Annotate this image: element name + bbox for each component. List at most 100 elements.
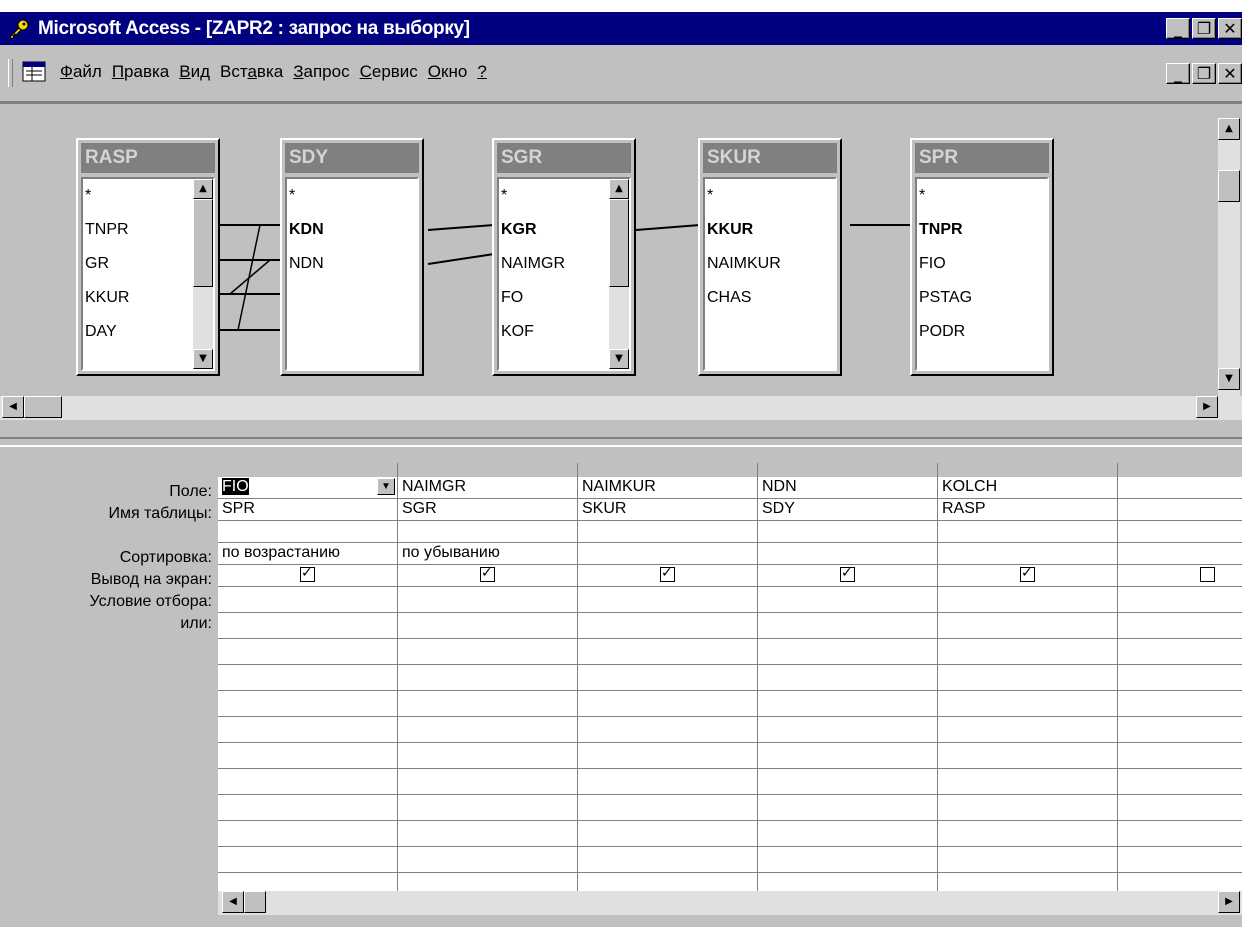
extra-criteria-cell[interactable] <box>218 665 398 691</box>
sort-cell[interactable]: по возрастанию <box>218 543 398 565</box>
extra-criteria-cell[interactable] <box>398 717 578 743</box>
show-checkbox[interactable] <box>480 565 495 582</box>
or-cell[interactable] <box>938 613 1118 639</box>
grid-hscroll[interactable]: ◀ ▶ <box>218 891 1242 915</box>
menu-item-5[interactable]: Сервис <box>360 62 418 81</box>
extra-criteria-cell[interactable] <box>1118 691 1242 717</box>
table-cell[interactable]: SGR <box>398 499 578 521</box>
table-cell[interactable]: SDY <box>758 499 938 521</box>
show-checkbox[interactable] <box>1200 567 1215 582</box>
close-button[interactable]: ✕ <box>1218 18 1242 39</box>
table-cell[interactable]: SKUR <box>578 499 758 521</box>
extra-criteria-cell[interactable] <box>938 795 1118 821</box>
field-cell[interactable]: NDN <box>758 477 938 499</box>
field-item[interactable]: CHAS <box>705 281 835 315</box>
extra-criteria-cell[interactable] <box>578 847 758 873</box>
field-list-title[interactable]: SKUR <box>703 143 837 173</box>
table-cell[interactable] <box>1118 499 1242 521</box>
extra-criteria-cell[interactable] <box>578 795 758 821</box>
extra-criteria-cell[interactable] <box>218 639 398 665</box>
field-item[interactable]: * <box>287 179 417 213</box>
title-bar[interactable]: Microsoft Access - [ZAPR2 : запрос на вы… <box>0 12 1242 45</box>
extra-criteria-cell[interactable] <box>758 665 938 691</box>
field-cell[interactable]: NAIMKUR <box>578 477 758 499</box>
field-item[interactable]: * <box>705 179 835 213</box>
extra-criteria-cell[interactable] <box>758 847 938 873</box>
field-list-title[interactable]: RASP <box>81 143 215 173</box>
field-list-sgr[interactable]: SGR * KGR NAIMGR FO KOF ▲ ▼ <box>492 138 636 376</box>
column-selector[interactable] <box>218 463 398 477</box>
extra-criteria-cell[interactable] <box>218 743 398 769</box>
doc-restore-button[interactable]: ❐ <box>1192 63 1216 84</box>
field-list-title[interactable]: SGR <box>497 143 631 173</box>
scroll-thumb[interactable] <box>1218 170 1240 202</box>
scroll-down-icon[interactable]: ▼ <box>193 349 213 369</box>
extra-criteria-cell[interactable] <box>1118 821 1242 847</box>
doc-close-button[interactable]: ✕ <box>1218 63 1242 84</box>
extra-criteria-cell[interactable] <box>218 821 398 847</box>
scroll-thumb[interactable] <box>609 199 629 287</box>
menu-item-6[interactable]: Окно <box>428 62 468 81</box>
scroll-up-icon[interactable]: ▲ <box>1218 118 1240 140</box>
criteria-cell[interactable] <box>218 587 398 613</box>
field-list-title[interactable]: SPR <box>915 143 1049 173</box>
column-selector[interactable] <box>938 463 1118 477</box>
or-cell[interactable] <box>578 613 758 639</box>
extra-criteria-cell[interactable] <box>218 847 398 873</box>
extra-criteria-cell[interactable] <box>758 717 938 743</box>
sort-cell[interactable] <box>578 543 758 565</box>
extra-criteria-cell[interactable] <box>218 769 398 795</box>
menu-item-7[interactable]: ? <box>477 62 486 81</box>
extra-criteria-cell[interactable] <box>398 769 578 795</box>
extra-criteria-cell[interactable] <box>758 743 938 769</box>
field-cell[interactable]: KOLCH <box>938 477 1118 499</box>
show-checkbox[interactable] <box>660 565 675 582</box>
scroll-up-icon[interactable]: ▲ <box>609 179 629 199</box>
dropdown-arrow-icon[interactable]: ▼ <box>377 478 395 495</box>
extra-criteria-cell[interactable] <box>218 717 398 743</box>
or-cell[interactable] <box>1118 613 1242 639</box>
extra-criteria-cell[interactable] <box>758 639 938 665</box>
extra-criteria-cell[interactable] <box>218 795 398 821</box>
extra-criteria-cell[interactable] <box>1118 639 1242 665</box>
extra-criteria-cell[interactable] <box>218 691 398 717</box>
field-list-rasp[interactable]: RASP * TNPR GR KKUR DAY ▲ ▼ <box>76 138 220 376</box>
criteria-cell[interactable] <box>578 587 758 613</box>
field-list-sdy[interactable]: SDY * KDN NDN <box>280 138 424 376</box>
show-checkbox[interactable] <box>300 565 315 582</box>
extra-criteria-cell[interactable] <box>938 821 1118 847</box>
column-selector[interactable] <box>758 463 938 477</box>
extra-criteria-cell[interactable] <box>398 691 578 717</box>
table-cell[interactable]: SPR <box>218 499 398 521</box>
show-checkbox[interactable] <box>840 565 855 582</box>
extra-criteria-cell[interactable] <box>218 873 398 893</box>
menu-item-4[interactable]: Запрос <box>293 62 349 81</box>
extra-criteria-cell[interactable] <box>578 665 758 691</box>
field-list-spr[interactable]: SPR * TNPR FIO PSTAG PODR <box>910 138 1054 376</box>
sort-cell[interactable] <box>758 543 938 565</box>
criteria-cell[interactable] <box>938 587 1118 613</box>
table-pane-vscroll[interactable]: ▲ ▼ <box>1218 118 1240 410</box>
extra-criteria-cell[interactable] <box>578 639 758 665</box>
field-item[interactable]: FIO <box>917 247 1047 281</box>
extra-criteria-cell[interactable] <box>1118 743 1242 769</box>
menu-item-1[interactable]: Правка <box>112 62 169 81</box>
field-cell[interactable]: NAIMGR <box>398 477 578 499</box>
field-cell[interactable] <box>1118 477 1242 499</box>
extra-criteria-cell[interactable] <box>938 665 1118 691</box>
field-item[interactable]: PODR <box>917 315 1047 349</box>
extra-criteria-cell[interactable] <box>578 743 758 769</box>
extra-criteria-cell[interactable] <box>398 821 578 847</box>
pane-splitter[interactable] <box>0 437 1242 447</box>
grid-scroll-left-icon[interactable]: ◀ <box>222 891 244 913</box>
sort-cell[interactable] <box>1118 543 1242 565</box>
extra-criteria-cell[interactable] <box>938 873 1118 893</box>
extra-criteria-cell[interactable] <box>578 769 758 795</box>
or-cell[interactable] <box>218 613 398 639</box>
extra-criteria-cell[interactable] <box>578 873 758 893</box>
column-selector[interactable] <box>398 463 578 477</box>
extra-criteria-cell[interactable] <box>1118 873 1242 893</box>
grid-scroll-right-icon[interactable]: ▶ <box>1218 891 1240 913</box>
extra-criteria-cell[interactable] <box>938 769 1118 795</box>
extra-criteria-cell[interactable] <box>578 821 758 847</box>
